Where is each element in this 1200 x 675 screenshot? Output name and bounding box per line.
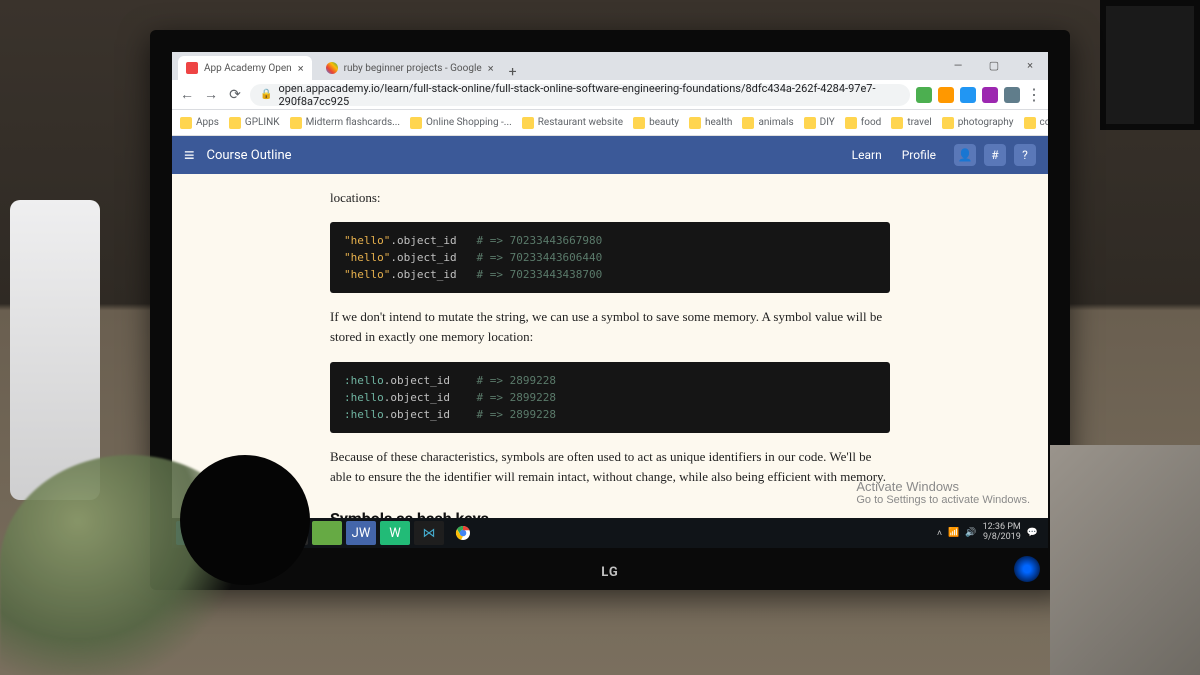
nav-link-profile[interactable]: Profile <box>902 148 936 162</box>
taskbar-app-vscode[interactable]: ⋈ <box>414 521 444 545</box>
bookmark-icon <box>410 117 422 129</box>
folder-icon <box>689 117 701 129</box>
slack-icon[interactable]: # <box>984 144 1006 166</box>
folder-icon <box>742 117 754 129</box>
article-fragment: locations: <box>330 188 890 208</box>
nav-link-learn[interactable]: Learn <box>852 148 882 162</box>
extension-icon[interactable] <box>916 87 932 103</box>
bookmark-item[interactable]: DIY <box>804 117 835 129</box>
article: locations: "hello".object_id # => 702334… <box>330 174 890 518</box>
bookmark-item[interactable]: cooking <box>1024 117 1049 129</box>
tab-title: ruby beginner projects - Google <box>344 63 482 74</box>
foreground-box <box>1050 445 1200 675</box>
browser-tab-inactive[interactable]: ruby beginner projects - Google × <box>318 56 502 80</box>
tray-chevron-icon[interactable]: ˄ <box>937 528 942 539</box>
folder-icon <box>942 117 954 129</box>
favicon-icon <box>326 62 338 74</box>
window-close-button[interactable]: × <box>1012 52 1048 80</box>
desk-speaker <box>10 200 100 500</box>
code-block: :hello.object_id # => 2899228 :hello.obj… <box>330 362 890 433</box>
tray-notifications-icon[interactable]: 💬 <box>1027 528 1038 538</box>
activate-windows-watermark: Activate Windows Go to Settings to activ… <box>856 479 1030 506</box>
folder-icon <box>845 117 857 129</box>
new-tab-button[interactable]: + <box>502 64 524 80</box>
app-header: ≡ Course Outline Learn Profile 👤 # ? <box>172 136 1048 174</box>
bookmark-item[interactable]: animals <box>742 117 793 129</box>
browser-titlebar: App Academy Open × ruby beginner project… <box>172 52 1048 80</box>
window-maximize-button[interactable]: ▢ <box>976 52 1012 80</box>
taskbar-app-icon[interactable]: W <box>380 521 410 545</box>
tab-close-icon[interactable]: × <box>298 62 304 75</box>
folder-icon <box>633 117 645 129</box>
reload-button[interactable]: ⟳ <box>226 87 244 103</box>
folder-icon <box>1024 117 1036 129</box>
menu-button[interactable]: ≡ <box>184 145 195 166</box>
bookmark-item[interactable]: Apps <box>180 117 219 129</box>
bookmark-item[interactable]: beauty <box>633 117 679 129</box>
address-bar[interactable]: 🔒 open.appacademy.io/learn/full-stack-on… <box>250 84 910 106</box>
apps-icon <box>180 117 192 129</box>
section-heading: Symbols as hash keys <box>330 507 890 518</box>
bookmark-item[interactable]: food <box>845 117 882 129</box>
taskbar-app-chrome[interactable] <box>448 521 478 545</box>
tab-title: App Academy Open <box>204 63 292 74</box>
monitor-power-button[interactable] <box>1014 556 1040 582</box>
bookmark-item[interactable]: Online Shopping -... <box>410 117 512 129</box>
browser-menu-button[interactable]: ⋮ <box>1026 90 1042 100</box>
desk-scene: App Academy Open × ruby beginner project… <box>0 0 1200 675</box>
folder-icon <box>891 117 903 129</box>
browser-tab-active[interactable]: App Academy Open × <box>178 56 312 80</box>
help-icon[interactable]: ? <box>1014 144 1036 166</box>
tab-close-icon[interactable]: × <box>488 62 494 75</box>
wall-photo-frame <box>1100 0 1200 130</box>
extension-icon[interactable] <box>1004 87 1020 103</box>
taskbar-clock[interactable]: 12:36 PM 9/8/2019 <box>983 523 1021 543</box>
tray-network-icon[interactable]: 📶 <box>948 528 959 538</box>
extension-icon[interactable] <box>960 87 976 103</box>
lock-icon: 🔒 <box>260 89 272 100</box>
bookmark-icon <box>229 117 241 129</box>
system-tray[interactable]: ˄ 📶 🔊 12:36 PM 9/8/2019 💬 <box>937 523 1044 543</box>
bookmark-item[interactable]: Restaurant website <box>522 117 623 129</box>
article-paragraph: Because of these characteristics, symbol… <box>330 447 890 487</box>
article-viewport[interactable]: locations: "hello".object_id # => 702334… <box>172 174 1048 518</box>
extension-icon[interactable] <box>982 87 998 103</box>
favicon-icon <box>186 62 198 74</box>
code-block: "hello".object_id # => 70233443667980 "h… <box>330 222 890 293</box>
window-controls: — ▢ × <box>940 52 1048 80</box>
page-title: Course Outline <box>207 148 292 163</box>
screen: App Academy Open × ruby beginner project… <box>172 52 1048 548</box>
bookmarks-bar: Apps GPLINK Midterm flashcards... Online… <box>172 110 1048 136</box>
bookmark-item[interactable]: GPLINK <box>229 117 280 129</box>
support-icon[interactable]: 👤 <box>954 144 976 166</box>
bookmark-item[interactable]: Midterm flashcards... <box>290 117 400 129</box>
bookmark-item[interactable]: photography <box>942 117 1014 129</box>
browser-toolbar: ← → ⟳ 🔒 open.appacademy.io/learn/full-st… <box>172 80 1048 110</box>
extension-icon[interactable] <box>938 87 954 103</box>
bookmark-item[interactable]: health <box>689 117 732 129</box>
window-minimize-button[interactable]: — <box>940 52 976 80</box>
taskbar-app-icon[interactable]: JW <box>346 521 376 545</box>
taskbar-app-icon[interactable] <box>312 521 342 545</box>
article-paragraph: If we don't intend to mutate the string,… <box>330 307 890 347</box>
bookmark-icon <box>522 117 534 129</box>
bookmark-item[interactable]: travel <box>891 117 931 129</box>
folder-icon <box>804 117 816 129</box>
foreground-round-object <box>180 455 310 585</box>
back-button[interactable]: ← <box>178 86 196 103</box>
monitor-brand-label: LG <box>601 565 619 580</box>
url-text: open.appacademy.io/learn/full-stack-onli… <box>278 82 900 108</box>
bookmark-icon <box>290 117 302 129</box>
forward-button[interactable]: → <box>202 86 220 103</box>
tray-volume-icon[interactable]: 🔊 <box>965 528 976 538</box>
